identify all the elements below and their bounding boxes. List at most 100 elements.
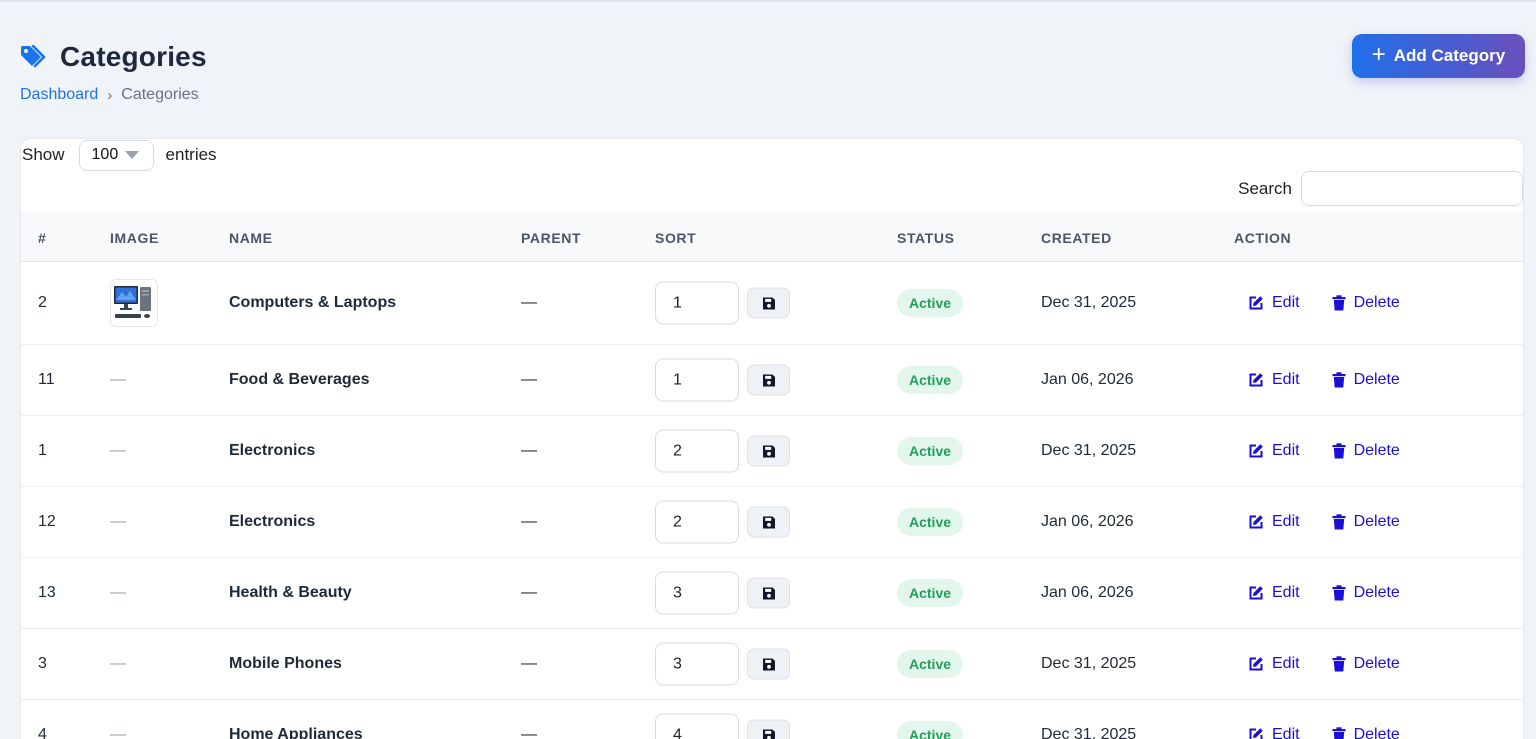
row-parent: — xyxy=(521,513,537,530)
row-parent: — xyxy=(521,655,537,672)
add-category-button[interactable]: + Add Category xyxy=(1352,34,1525,78)
row-name: Food & Beverages xyxy=(229,371,370,388)
row-id: 1 xyxy=(38,442,47,459)
table-row: 11 — Food & Beverages — Active Jan 06, 2… xyxy=(21,345,1523,416)
save-sort-button[interactable] xyxy=(747,577,790,609)
floppy-disk-icon xyxy=(762,297,775,309)
row-id: 11 xyxy=(38,371,55,388)
sort-order-input[interactable] xyxy=(655,358,739,402)
delete-button[interactable]: Delete xyxy=(1332,371,1400,389)
row-sort xyxy=(655,571,790,615)
entries-label: entries xyxy=(165,145,217,164)
row-created: Jan 06, 2026 xyxy=(1041,513,1134,530)
save-sort-button[interactable] xyxy=(747,364,790,396)
column-header-status[interactable]: STATUS xyxy=(897,230,955,246)
trash-icon xyxy=(1332,514,1346,530)
category-thumbnail xyxy=(110,279,158,327)
edit-button[interactable]: Edit xyxy=(1248,584,1300,602)
row-actions: Edit Delete xyxy=(1248,294,1400,312)
delete-button[interactable]: Delete xyxy=(1332,584,1400,602)
status-badge: Active xyxy=(897,508,964,536)
row-image: — xyxy=(110,655,126,673)
save-sort-button[interactable] xyxy=(747,648,790,680)
plus-icon: + xyxy=(1371,41,1386,68)
table-header: # IMAGE NAME PARENT SORT STATUS CREATED … xyxy=(21,213,1523,262)
sort-order-input[interactable] xyxy=(655,429,739,473)
status-badge: Active xyxy=(897,289,964,317)
row-name: Health & Beauty xyxy=(229,584,352,601)
row-parent: — xyxy=(521,294,537,311)
floppy-disk-icon xyxy=(762,516,775,528)
edit-button[interactable]: Edit xyxy=(1248,371,1300,389)
row-image: — xyxy=(110,371,126,389)
delete-button[interactable]: Delete xyxy=(1332,294,1400,312)
edit-button[interactable]: Edit xyxy=(1248,726,1300,739)
no-image-dash: — xyxy=(110,442,126,459)
save-sort-button[interactable] xyxy=(747,506,790,538)
save-sort-button[interactable] xyxy=(747,287,790,319)
edit-button[interactable]: Edit xyxy=(1248,442,1300,460)
column-header-image[interactable]: IMAGE xyxy=(110,230,159,246)
tags-icon xyxy=(20,44,48,70)
breadcrumb-current: Categories xyxy=(121,86,199,103)
row-created: Dec 31, 2025 xyxy=(1041,726,1137,739)
page-length-select[interactable]: 100 xyxy=(78,139,154,171)
column-header-sort[interactable]: SORT xyxy=(655,230,696,246)
save-sort-button[interactable] xyxy=(747,719,790,739)
trash-icon xyxy=(1332,656,1346,672)
edit-label: Edit xyxy=(1272,513,1300,530)
breadcrumb-dashboard-link[interactable]: Dashboard xyxy=(20,86,98,104)
edit-icon xyxy=(1249,515,1263,529)
table-row: 4 — Home Appliances — Active Dec 31, 202… xyxy=(21,700,1523,739)
edit-button[interactable]: Edit xyxy=(1248,294,1300,312)
show-label: Show xyxy=(22,145,65,164)
row-id: 4 xyxy=(38,726,47,739)
save-sort-button[interactable] xyxy=(747,435,790,467)
sort-order-input[interactable] xyxy=(655,571,739,615)
row-created: Jan 06, 2026 xyxy=(1041,584,1134,601)
sort-order-input[interactable] xyxy=(655,642,739,686)
status-badge: Active xyxy=(897,579,964,607)
delete-button[interactable]: Delete xyxy=(1332,726,1400,739)
search-control: Search xyxy=(1238,171,1523,206)
edit-button[interactable]: Edit xyxy=(1248,655,1300,673)
row-created: Jan 06, 2026 xyxy=(1041,371,1134,388)
delete-label: Delete xyxy=(1353,294,1400,311)
page-length-value: 100 xyxy=(91,146,119,163)
edit-label: Edit xyxy=(1272,371,1300,388)
page-header: Categories Dashboard › Categories xyxy=(20,40,207,104)
search-input[interactable] xyxy=(1301,171,1523,206)
status-badge: Active xyxy=(897,437,964,465)
row-id: 2 xyxy=(38,294,47,311)
edit-label: Edit xyxy=(1272,294,1300,311)
row-sort xyxy=(655,358,790,402)
column-header-parent[interactable]: PARENT xyxy=(521,230,581,246)
floppy-disk-icon xyxy=(762,729,775,739)
delete-button[interactable]: Delete xyxy=(1332,655,1400,673)
delete-label: Delete xyxy=(1353,584,1400,601)
no-image-dash: — xyxy=(110,655,126,672)
row-actions: Edit Delete xyxy=(1248,513,1400,531)
edit-label: Edit xyxy=(1272,726,1300,739)
row-sort xyxy=(655,429,790,473)
column-header-created[interactable]: CREATED xyxy=(1041,230,1112,246)
sort-order-input[interactable] xyxy=(655,281,739,325)
column-header-name[interactable]: NAME xyxy=(229,230,273,246)
trash-icon xyxy=(1332,443,1346,459)
delete-button[interactable]: Delete xyxy=(1332,513,1400,531)
row-image: — xyxy=(110,513,126,531)
row-created: Dec 31, 2025 xyxy=(1041,294,1137,311)
row-sort xyxy=(655,713,790,739)
categories-table-card: Show 100 entries Search # IMAGE NAME PAR… xyxy=(20,138,1524,739)
table-row: 3 — Mobile Phones — Active Dec 31, 2025 xyxy=(21,629,1523,700)
edit-label: Edit xyxy=(1272,442,1300,459)
row-name: Electronics xyxy=(229,513,316,530)
column-header-id[interactable]: # xyxy=(38,230,46,246)
delete-button[interactable]: Delete xyxy=(1332,442,1400,460)
sort-order-input[interactable] xyxy=(655,500,739,544)
sort-order-input[interactable] xyxy=(655,713,739,739)
top-divider xyxy=(0,0,1536,2)
row-status: Active xyxy=(897,579,964,607)
table-row: 12 — Electronics — Active Jan 06, 2026 xyxy=(21,487,1523,558)
edit-button[interactable]: Edit xyxy=(1248,513,1300,531)
